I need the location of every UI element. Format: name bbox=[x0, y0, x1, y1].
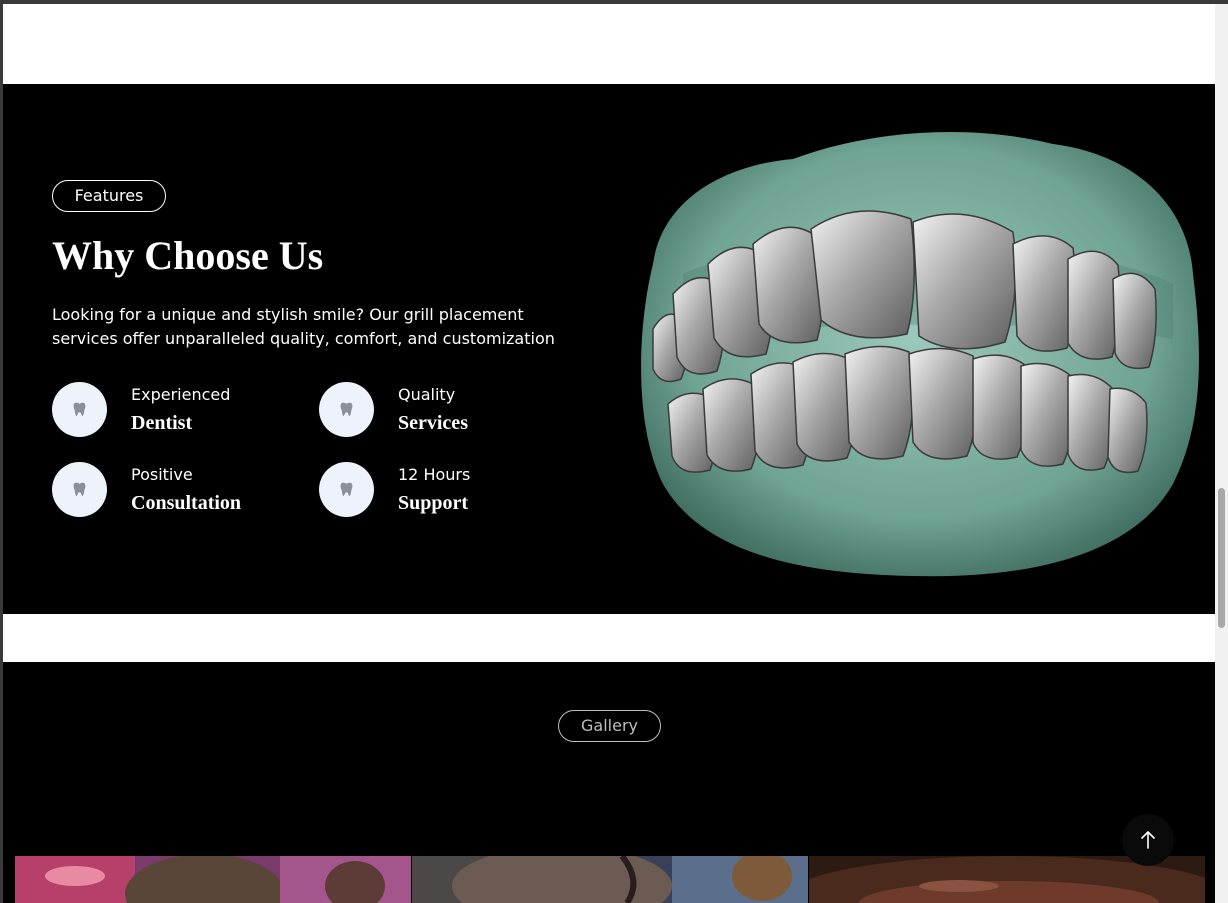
feature-icon-circle bbox=[319, 462, 374, 517]
feature-icon-circle bbox=[319, 382, 374, 437]
tooth-icon bbox=[73, 402, 86, 416]
gallery-section: Gallery bbox=[3, 662, 1215, 903]
tooth-icon bbox=[340, 402, 353, 416]
feature-label-big: Dentist bbox=[131, 412, 193, 434]
feature-icon-circle bbox=[52, 382, 107, 437]
tooth-icon bbox=[73, 482, 86, 496]
gallery-badge: Gallery bbox=[558, 710, 661, 742]
feature-positive-consultation: Positive Consultation bbox=[52, 462, 312, 518]
silver-teeth-grill-image bbox=[641, 132, 1199, 577]
back-to-top-button[interactable] bbox=[1122, 814, 1174, 866]
tooth-icon bbox=[340, 482, 353, 496]
feature-experienced-dentist: Experienced Dentist bbox=[52, 382, 312, 438]
gallery-photo-2-art bbox=[412, 856, 808, 903]
feature-label-big: Support bbox=[398, 492, 469, 514]
feature-12-hours-support: 12 Hours Support bbox=[319, 462, 579, 518]
page-viewport: Features Why Choose Us Looking for a uni… bbox=[3, 4, 1215, 903]
section-description: Looking for a unique and stylish smile? … bbox=[52, 305, 555, 348]
features-badge: Features bbox=[52, 180, 166, 212]
arrow-up-icon bbox=[1141, 831, 1155, 849]
scrollbar-thumb[interactable] bbox=[1218, 488, 1225, 628]
gallery-photo-1-art bbox=[15, 856, 411, 903]
section-title: Why Choose Us bbox=[52, 233, 324, 278]
feature-label-big: Services bbox=[398, 412, 468, 434]
section-spacer bbox=[3, 614, 1215, 662]
feature-label-small: 12 Hours bbox=[398, 465, 471, 484]
feature-label-small: Quality bbox=[398, 385, 456, 404]
feature-quality-services: Quality Services bbox=[319, 382, 579, 438]
feature-label-big: Consultation bbox=[131, 492, 242, 514]
gallery-photo-2[interactable] bbox=[412, 856, 808, 903]
features-section: Features Why Choose Us Looking for a uni… bbox=[3, 84, 1215, 614]
gallery-photo-1[interactable] bbox=[15, 856, 411, 903]
feature-icon-circle bbox=[52, 462, 107, 517]
page-scrollbar[interactable] bbox=[1215, 4, 1228, 903]
feature-label-small: Experienced bbox=[131, 385, 231, 404]
feature-label-small: Positive bbox=[131, 465, 193, 484]
